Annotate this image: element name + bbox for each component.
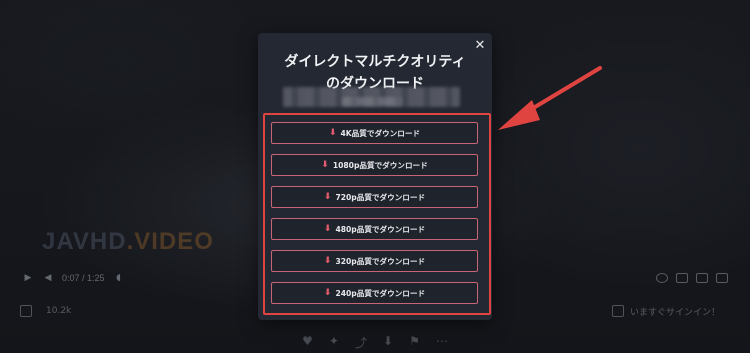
signin-link[interactable]: いますぐサインイン！ xyxy=(630,305,720,318)
flag-icon[interactable]: ⚑ xyxy=(409,334,420,351)
download-icon: ⬇ xyxy=(321,159,329,170)
blurred-filename-line2 xyxy=(342,97,402,106)
download-icon[interactable]: ⬇ xyxy=(383,334,393,351)
fullscreen-icon[interactable] xyxy=(716,273,728,283)
captions-icon[interactable] xyxy=(676,273,688,283)
annotation-arrow-icon xyxy=(498,66,602,130)
download-label: 4K品質でダウンロード xyxy=(340,128,421,138)
download-4k-button[interactable]: ⬇ 4K品質でダウンロード xyxy=(271,122,478,144)
download-label: 720p品質でダウンロード xyxy=(335,192,426,202)
bottom-action-bar: ♥ ✦ ⤴ ⬇ ⚑ ⋯ xyxy=(0,334,750,351)
more-icon[interactable]: ⋯ xyxy=(436,334,448,351)
download-label: 240p品質でダウンロード xyxy=(335,288,426,298)
download-480p-button[interactable]: ⬇ 480p品質でダウンロード xyxy=(271,218,478,240)
pip-icon[interactable] xyxy=(696,273,708,283)
volume-icon[interactable]: ◀ xyxy=(42,272,54,284)
download-icon: ⬇ xyxy=(323,223,332,234)
download-button-list: ⬇ 4K品質でダウンロード ⬇ 1080p品質でダウンロード ⬇ 720p品質で… xyxy=(271,122,478,304)
download-1080p-button[interactable]: ⬇ 1080p品質でダウンロード xyxy=(271,154,478,176)
download-720p-button[interactable]: ⬇ 720p品質でダウンロード xyxy=(271,186,478,208)
download-icon: ⬇ xyxy=(323,191,332,202)
view-count: 10.2k xyxy=(46,306,72,316)
play-icon[interactable]: ▶ xyxy=(22,272,34,284)
download-icon: ⬇ xyxy=(323,255,332,266)
download-240p-button[interactable]: ⬇ 240p品質でダウンロード xyxy=(271,282,478,304)
volume-slider-icon[interactable]: ◖ xyxy=(113,272,125,284)
download-label: 1080p品質でダウンロード xyxy=(332,160,428,170)
gear-icon[interactable] xyxy=(656,273,668,283)
download-label: 480p品質でダウンロード xyxy=(335,224,426,234)
dislike-icon[interactable]: ✦ xyxy=(329,334,339,351)
download-label: 320p品質でダウンロード xyxy=(335,256,426,266)
eye-icon xyxy=(20,305,32,317)
video-time: 0:07 / 1:25 xyxy=(62,273,105,283)
share-icon[interactable]: ⤴ xyxy=(355,334,367,351)
close-icon[interactable]: ✕ xyxy=(473,38,487,53)
download-icon: ⬇ xyxy=(328,127,337,138)
download-icon: ⬇ xyxy=(323,287,332,298)
user-icon xyxy=(611,305,624,317)
like-icon[interactable]: ♥ xyxy=(302,334,313,351)
download-320p-button[interactable]: ⬇ 320p品質でダウンロード xyxy=(271,250,478,272)
